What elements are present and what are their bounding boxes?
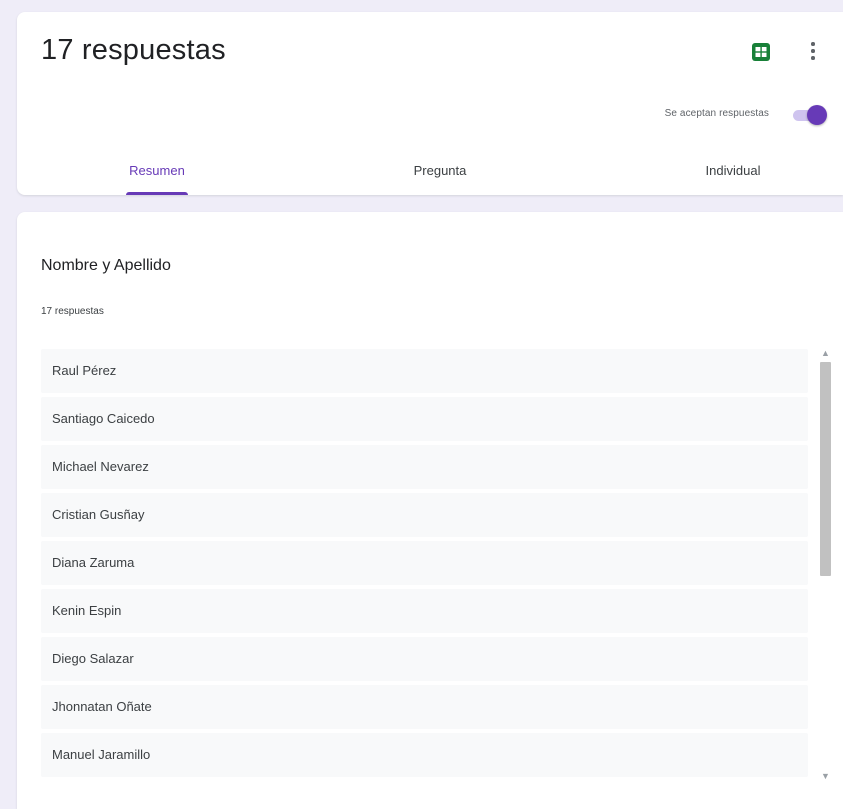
list-item: Diana Zaruma <box>41 541 808 585</box>
page-title: 17 respuestas <box>41 34 226 66</box>
sheets-icon[interactable] <box>752 43 770 61</box>
sheets-icon-graphic <box>755 47 767 57</box>
toggle-thumb <box>807 105 827 125</box>
list-item: Jhonnatan Oñate <box>41 685 808 729</box>
active-tab-indicator <box>126 192 188 195</box>
scroll-up-arrow-icon[interactable]: ▲ <box>820 349 831 358</box>
question-title: Nombre y Apellido <box>41 257 171 274</box>
answers-scrollbar[interactable]: ▲ ▼ <box>817 349 834 781</box>
menu-dot <box>811 42 815 46</box>
answers-list[interactable]: Raul Pérez Santiago Caicedo Michael Neva… <box>41 349 808 781</box>
tab-resumen[interactable]: Resumen <box>97 152 217 195</box>
responses-header-card: 17 respuestas Se aceptan respuestas Resu… <box>17 12 843 195</box>
menu-dot <box>811 49 815 53</box>
accepting-responses-toggle[interactable] <box>791 105 827 125</box>
responses-page: 17 respuestas Se aceptan respuestas Resu… <box>0 0 843 809</box>
scroll-thumb[interactable] <box>820 362 831 576</box>
menu-dot <box>811 56 815 60</box>
scroll-track[interactable] <box>819 362 832 768</box>
question-summary-card: Nombre y Apellido 17 respuestas Raul Pér… <box>17 212 843 809</box>
tabs-bar: Resumen Pregunta Individual <box>17 152 843 195</box>
tab-label: Resumen <box>129 163 185 178</box>
question-response-count: 17 respuestas <box>41 306 104 317</box>
list-item: Cristian Gusñay <box>41 493 808 537</box>
tab-pregunta[interactable]: Pregunta <box>380 152 500 195</box>
tab-label: Pregunta <box>413 163 467 178</box>
more-vert-icon[interactable] <box>806 40 820 62</box>
list-item: Manuel Jaramillo <box>41 733 808 777</box>
tab-label: Individual <box>705 163 761 178</box>
list-item: Diego Salazar <box>41 637 808 681</box>
list-item: Santiago Caicedo <box>41 397 808 441</box>
accepting-responses-label: Se aceptan respuestas <box>664 108 769 119</box>
list-item: Kenin Espin <box>41 589 808 633</box>
list-item: Michael Nevarez <box>41 445 808 489</box>
tab-individual[interactable]: Individual <box>673 152 793 195</box>
scroll-down-arrow-icon[interactable]: ▼ <box>820 772 831 781</box>
list-item: Raul Pérez <box>41 349 808 393</box>
